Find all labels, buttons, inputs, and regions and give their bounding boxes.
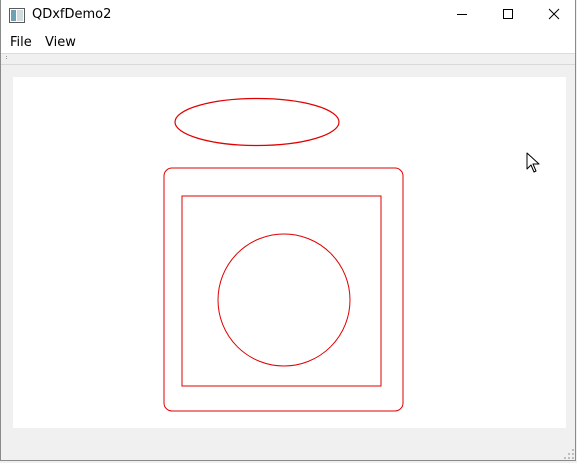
drawing-circle [217,233,351,367]
close-icon [548,8,560,23]
maximize-button[interactable] [485,0,531,31]
toolbar-handle[interactable] [6,56,9,59]
mouse-cursor-icon [526,152,542,174]
dxf-canvas[interactable] [13,77,566,428]
menu-file[interactable]: File [10,35,32,50]
minimize-icon [456,8,468,23]
drawing-rectangle [181,195,382,387]
app-icon [9,8,25,23]
menu-view[interactable]: View [45,35,76,50]
toolbar-area [1,54,575,65]
drawing-svg [163,97,404,412]
size-grip-icon[interactable] [563,448,575,460]
minimize-button[interactable] [439,0,485,31]
drawing-rounded-rectangle [163,167,404,412]
menu-bar: File View [1,31,575,54]
app-window: QDxfDemo2 File View [0,0,576,461]
drawing-ellipse [174,97,340,147]
maximize-icon [502,8,514,23]
window-title: QDxfDemo2 [32,7,112,22]
close-button[interactable] [531,0,577,31]
title-bar[interactable]: QDxfDemo2 [1,0,575,31]
